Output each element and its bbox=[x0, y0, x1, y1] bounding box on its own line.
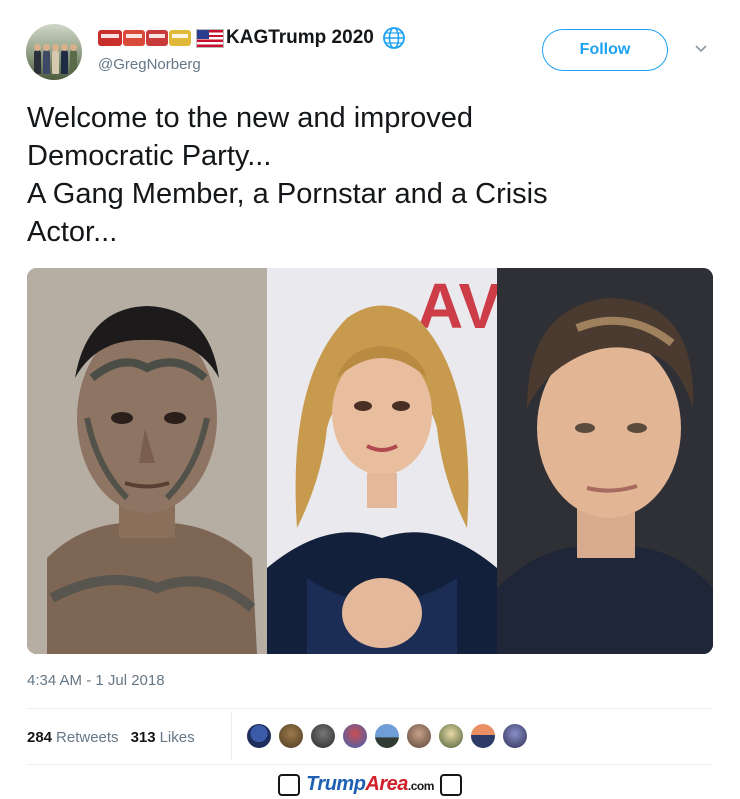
stats-separator bbox=[231, 713, 232, 759]
liker-avatars bbox=[246, 723, 528, 749]
author-display-name: KAGTrump 2020 bbox=[226, 27, 374, 48]
liker-avatar[interactable] bbox=[246, 723, 272, 749]
retweets-count: 284 bbox=[27, 728, 53, 746]
train-emoji-group bbox=[98, 30, 191, 46]
cartoon-face-icon bbox=[278, 773, 301, 796]
liker-avatar[interactable] bbox=[502, 723, 528, 749]
author-handle[interactable]: @GregNorberg bbox=[98, 56, 201, 73]
author-name-row[interactable]: KAGTrump 2020 bbox=[98, 24, 406, 52]
liker-avatar[interactable] bbox=[278, 723, 304, 749]
tweet-card: KAGTrump 2020 @GregNorberg Follow Welcom… bbox=[0, 0, 740, 770]
cartoon-face-icon bbox=[439, 773, 462, 796]
liker-avatar[interactable] bbox=[470, 723, 496, 749]
globe-icon bbox=[382, 27, 405, 49]
author-avatar[interactable] bbox=[26, 24, 82, 80]
follow-button[interactable]: Follow bbox=[542, 29, 668, 71]
photo-crisis-actor bbox=[497, 268, 713, 654]
likes-stat[interactable]: 313 Likes bbox=[131, 729, 195, 746]
tweet-timestamp[interactable]: 4:34 AM - 1 Jul 2018 bbox=[27, 672, 165, 689]
watermark: TrumpArea.com bbox=[0, 770, 740, 799]
likes-label: Likes bbox=[159, 728, 195, 746]
liker-avatar[interactable] bbox=[342, 723, 368, 749]
railway-car-emoji bbox=[169, 30, 191, 46]
tweet-text: Welcome to the new and improved Democrat… bbox=[27, 102, 548, 248]
watermark-text: TrumpArea.com bbox=[306, 773, 434, 795]
tweet-stats: 284 Retweets 313 Likes bbox=[27, 723, 207, 751]
liker-avatar[interactable] bbox=[374, 723, 400, 749]
photo-gang-member bbox=[27, 268, 267, 654]
tweet-media[interactable]: AV bbox=[27, 268, 713, 654]
us-flag-emoji bbox=[196, 28, 224, 48]
railway-car-emoji bbox=[123, 30, 145, 46]
retweets-label: Retweets bbox=[56, 728, 119, 746]
railway-car-emoji bbox=[146, 30, 168, 46]
svg-text:AV: AV bbox=[417, 270, 497, 342]
liker-avatar[interactable] bbox=[438, 723, 464, 749]
retweets-stat[interactable]: 284 Retweets bbox=[27, 729, 119, 746]
divider-bottom bbox=[27, 764, 713, 765]
likes-count: 313 bbox=[130, 728, 156, 746]
train-emoji bbox=[98, 30, 122, 46]
divider-top bbox=[27, 708, 713, 709]
photo-pornstar: AV bbox=[267, 268, 501, 654]
chevron-down-icon[interactable] bbox=[693, 40, 709, 56]
liker-avatar[interactable] bbox=[406, 723, 432, 749]
liker-avatar[interactable] bbox=[310, 723, 336, 749]
